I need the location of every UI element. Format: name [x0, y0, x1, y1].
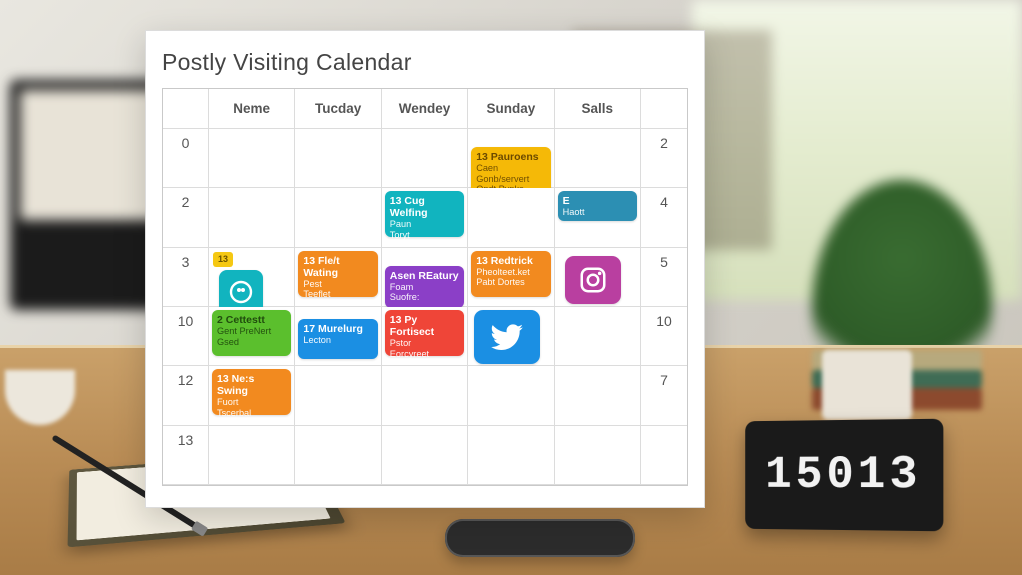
calendar-cell[interactable] [295, 188, 381, 247]
calendar-cell[interactable]: E Haott [555, 188, 641, 247]
time-label: 0 [163, 129, 209, 188]
calendar-title: Postly Visiting Calendar [162, 49, 688, 76]
calendar-cell[interactable]: 13 [209, 248, 295, 307]
event-card[interactable]: E Haott [558, 191, 637, 221]
calendar-cell[interactable] [468, 188, 554, 247]
event-card[interactable]: 13 Cug Welfing Paun Toryt [385, 191, 464, 237]
calendar-cell[interactable] [555, 129, 641, 188]
calendar-cell[interactable] [468, 366, 554, 425]
calendar-cell[interactable]: 13 Py Fortisect Pstor Eorcyreet [382, 307, 468, 366]
calendar-panel: Postly Visiting Calendar Neme Tucday Wen… [145, 30, 705, 508]
calendar-cell[interactable]: 13 Cug Welfing Paun Toryt [382, 188, 468, 247]
time-label: 10 [163, 307, 209, 366]
event-card[interactable]: 2 Cettestt Gent PreNert Gsed [212, 310, 291, 356]
event-card[interactable]: 13 Ne:s Swing Fuort Tscerbal [212, 369, 291, 415]
calendar-grid: Neme Tucday Wendey Sunday Salls 0 13 Pau… [162, 88, 688, 486]
calendar-cell[interactable] [555, 307, 641, 366]
calendar-cell[interactable]: 17 Murelurg Lecton [295, 307, 381, 366]
calendar-cell[interactable] [468, 426, 554, 485]
header-blank-left [163, 89, 209, 129]
col-header[interactable]: Tucday [295, 89, 381, 129]
info-circle-icon [229, 280, 253, 304]
col-header[interactable]: Salls [555, 89, 641, 129]
calendar-cell[interactable]: 13 Ne:s Swing Fuort Tscerbal [209, 366, 295, 425]
col-header[interactable]: Wendey [382, 89, 468, 129]
calendar-cell[interactable] [382, 426, 468, 485]
smartphone [445, 519, 635, 557]
row-number [641, 426, 687, 485]
col-header[interactable]: Neme [209, 89, 295, 129]
time-label: 2 [163, 188, 209, 247]
calendar-cell[interactable]: 13 Redtrick Pheolteet.ket Pabt Dortes [468, 248, 554, 307]
col-header[interactable]: Sunday [468, 89, 554, 129]
calendar-cell[interactable] [209, 188, 295, 247]
event-card[interactable]: Asen REatury Foam Suofre: [385, 266, 464, 308]
plant-pot [822, 350, 912, 420]
row-number: 2 [641, 129, 687, 188]
row-number: 4 [641, 188, 687, 247]
clock-time: 15013 [765, 449, 922, 502]
calendar-cell[interactable] [295, 129, 381, 188]
instagram-icon [578, 265, 608, 295]
calendar-cell[interactable] [555, 366, 641, 425]
time-label: 3 [163, 248, 209, 307]
event-icon-tile[interactable] [565, 256, 621, 304]
calendar-cell[interactable]: 13 Fle/t Wating Pest Teeflet [295, 248, 381, 307]
calendar-cell[interactable]: Asen REatury Foam Suofre: [382, 248, 468, 307]
calendar-cell[interactable] [555, 426, 641, 485]
calendar-cell[interactable] [555, 248, 641, 307]
row-number: 5 [641, 248, 687, 307]
row-number: 10 [641, 307, 687, 366]
row-number: 7 [641, 366, 687, 425]
calendar-cell[interactable] [382, 129, 468, 188]
time-label: 13 [163, 426, 209, 485]
event-card[interactable]: 13 Fle/t Wating Pest Teeflet [298, 251, 377, 297]
digital-clock: 15013 [745, 419, 943, 532]
calendar-cell[interactable] [468, 307, 554, 366]
calendar-cell[interactable] [295, 426, 381, 485]
twitter-icon [488, 318, 526, 356]
header-blank-right [641, 89, 687, 129]
calendar-cell[interactable]: 13 Pauroens Caen Gonb/servert Ondt Pypks [468, 129, 554, 188]
date-badge: 13 [213, 252, 233, 267]
calendar-cell[interactable] [209, 129, 295, 188]
event-card[interactable]: 17 Murelurg Lecton [298, 319, 377, 359]
event-card[interactable]: 13 Redtrick Pheolteet.ket Pabt Dortes [471, 251, 550, 297]
event-card[interactable]: 13 Py Fortisect Pstor Eorcyreet [385, 310, 464, 356]
calendar-cell[interactable] [295, 366, 381, 425]
event-icon-tile[interactable] [474, 310, 540, 364]
calendar-cell[interactable] [209, 426, 295, 485]
time-label: 12 [163, 366, 209, 425]
calendar-cell[interactable] [382, 366, 468, 425]
calendar-cell[interactable]: 2 Cettestt Gent PreNert Gsed [209, 307, 295, 366]
